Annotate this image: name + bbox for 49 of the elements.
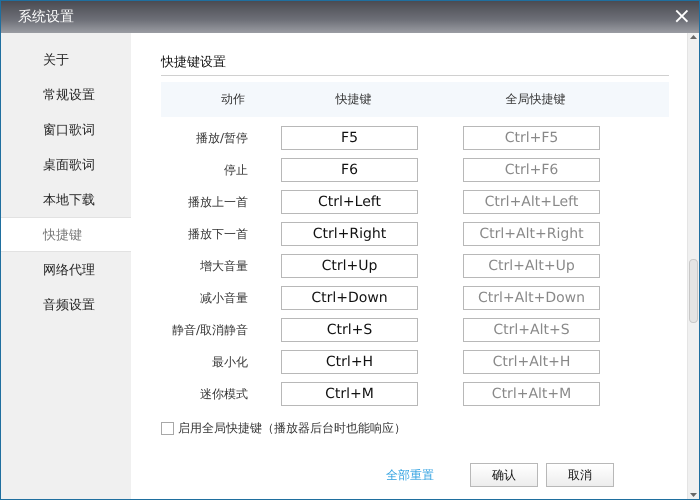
checkbox-label: 启用全局快捷键（播放器后台时也能响应） — [178, 420, 406, 437]
sidebar-item[interactable]: 音频设置 — [1, 287, 131, 322]
global-hotkey-field[interactable]: Ctrl+Alt+Left — [463, 190, 600, 214]
sidebar-item[interactable]: 常规设置 — [1, 77, 131, 112]
action-label: 减小音量 — [200, 290, 248, 306]
sidebar-item[interactable]: 快捷键 — [1, 217, 131, 252]
global-hotkey-field[interactable]: Ctrl+F6 — [463, 158, 600, 182]
dialog-button[interactable]: 确认 — [470, 463, 538, 487]
action-label: 增大音量 — [200, 258, 248, 274]
global-hotkey-field[interactable]: Ctrl+Alt+Down — [463, 286, 600, 310]
column-header: 动作 — [220, 91, 246, 108]
global-hotkey-field[interactable]: Ctrl+Alt+M — [463, 382, 600, 406]
hotkey-field[interactable]: Ctrl+H — [281, 350, 418, 374]
action-label: 播放下一首 — [188, 226, 248, 242]
column-header: 全局快捷键 — [504, 91, 566, 108]
hotkey-field[interactable]: F6 — [281, 158, 418, 182]
checkbox[interactable] — [161, 422, 174, 435]
section-title: 快捷键设置 — [161, 53, 669, 76]
hotkey-field[interactable]: Ctrl+Right — [281, 222, 418, 246]
action-label: 最小化 — [212, 354, 248, 370]
global-hotkey-field[interactable]: Ctrl+Alt+S — [463, 318, 600, 342]
hotkey-field[interactable]: Ctrl+M — [281, 382, 418, 406]
action-label: 播放/暂停 — [196, 130, 248, 146]
global-hotkey-field[interactable]: Ctrl+Alt+Up — [463, 254, 600, 278]
sidebar-item[interactable]: 本地下载 — [1, 182, 131, 217]
window-title: 系统设置 — [18, 8, 74, 26]
action-label: 停止 — [224, 162, 248, 178]
hotkey-field[interactable]: Ctrl+S — [281, 318, 418, 342]
action-label: 播放上一首 — [188, 194, 248, 210]
scroll-thumb[interactable] — [689, 259, 698, 323]
global-hotkey-field[interactable]: Ctrl+Alt+H — [463, 350, 600, 374]
hotkey-field[interactable]: Ctrl+Up — [281, 254, 418, 278]
scrollbar[interactable] — [687, 33, 699, 499]
dialog-button[interactable]: 取消 — [546, 463, 614, 487]
sidebar-item[interactable]: 网络代理 — [1, 252, 131, 287]
scroll-down-icon — [690, 493, 697, 497]
sidebar-item[interactable]: 桌面歌词 — [1, 147, 131, 182]
hotkey-field[interactable]: Ctrl+Down — [281, 286, 418, 310]
global-hotkey-field[interactable]: Ctrl+F5 — [463, 126, 600, 150]
action-label: 静音/取消静音 — [172, 322, 248, 338]
column-header: 快捷键 — [334, 91, 372, 108]
hotkey-field[interactable]: Ctrl+Left — [281, 190, 418, 214]
sidebar-item[interactable]: 关于 — [1, 42, 131, 77]
sidebar-item[interactable]: 窗口歌词 — [1, 112, 131, 147]
action-label: 迷你模式 — [200, 386, 248, 402]
global-hotkey-field[interactable]: Ctrl+Alt+Right — [463, 222, 600, 246]
scroll-up-icon — [690, 35, 697, 39]
close-button[interactable]: × — [670, 6, 693, 28]
hotkey-field[interactable]: F5 — [281, 126, 418, 150]
